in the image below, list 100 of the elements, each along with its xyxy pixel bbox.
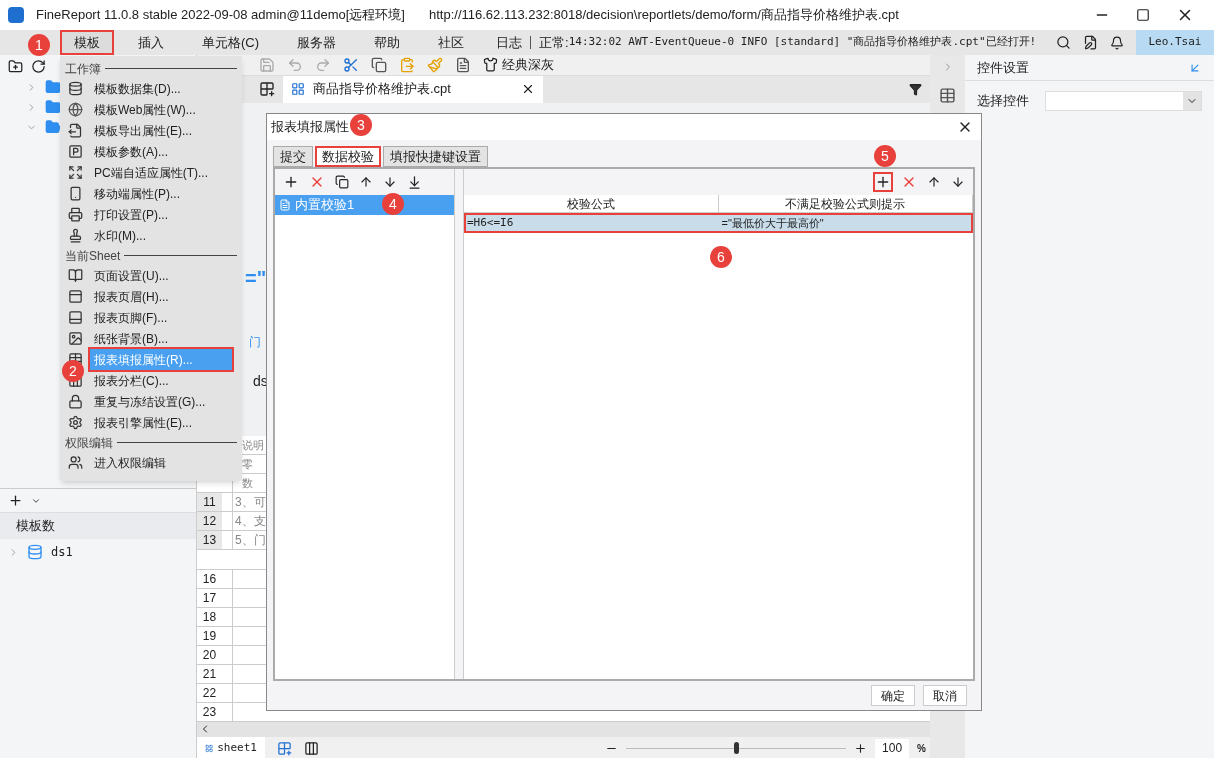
parameter-icon — [68, 144, 83, 159]
move-down-icon[interactable] — [383, 175, 397, 189]
move-up-icon[interactable] — [927, 175, 941, 189]
copy-icon[interactable] — [335, 175, 349, 189]
zoom-field[interactable]: 100 — [875, 738, 910, 758]
note-icon[interactable] — [1083, 35, 1098, 50]
add-sheet-icon[interactable] — [277, 740, 292, 756]
table-cell-text: ="最低价大于最高价" — [720, 215, 825, 231]
file-tab[interactable]: 商品指导价格维护表.cpt — [283, 75, 543, 103]
menu-item[interactable]: 模板数据集(D)... — [90, 78, 232, 99]
add-form-icon[interactable] — [304, 740, 319, 756]
menu-item[interactable]: 报表页脚(F)... — [90, 307, 232, 328]
person-icon — [68, 455, 83, 470]
sheet-icon — [205, 742, 214, 754]
globe-icon — [68, 102, 83, 117]
panel-tab[interactable]: 模板数 — [0, 513, 196, 539]
zoom-slider[interactable] — [626, 742, 847, 754]
footer-icon — [68, 310, 83, 325]
dialog-tab[interactable]: 填报快捷键设置 — [383, 146, 488, 167]
menu-item[interactable]: PC端自适应属性(T)... — [90, 162, 232, 183]
app-logo-icon — [8, 7, 24, 23]
phone-icon — [68, 186, 83, 201]
user-name[interactable]: Leo.Tsai — [1136, 30, 1214, 55]
gear-icon — [68, 415, 83, 430]
cell-text: 说明 — [241, 437, 264, 453]
dataset-name[interactable]: ds1 — [51, 543, 73, 561]
menu-item[interactable]: 报表分栏(C)... — [90, 370, 232, 391]
move-up-icon[interactable] — [359, 175, 373, 189]
dialog-button[interactable]: 取消 — [923, 685, 967, 706]
menu-item[interactable]: 模板导出属性(E)... — [90, 120, 232, 141]
zoom-in-icon[interactable] — [854, 741, 868, 755]
menu-section-title: 权限编辑 — [65, 434, 113, 452]
slider-thumb[interactable] — [734, 742, 740, 754]
cell-text: 5、门 — [234, 531, 266, 549]
column-header: 不满足校验公式则提示 — [718, 195, 973, 212]
search-icon[interactable] — [1056, 35, 1071, 50]
cell-text: 3、可 — [234, 493, 266, 511]
widget-icon[interactable] — [939, 87, 956, 104]
folder-icon[interactable] — [45, 99, 61, 115]
menu-item[interactable]: 移动端属性(P)... — [90, 183, 232, 204]
add-icon[interactable] — [875, 174, 891, 190]
maximize-icon[interactable] — [1136, 8, 1150, 22]
close-icon[interactable] — [521, 82, 535, 96]
menu-item[interactable]: 水印(M)... — [90, 225, 232, 246]
log-menu-item[interactable]: 日志 — [488, 36, 532, 49]
menu-item[interactable]: 服务器 — [283, 30, 351, 55]
cell-text: 门 — [248, 333, 261, 351]
row-number: 22 — [201, 684, 218, 702]
menu-item[interactable]: 报表页眉(H)... — [90, 286, 232, 307]
sheet-icon — [291, 82, 305, 96]
dialog-title: 报表填报属性 — [271, 118, 349, 137]
text-search-icon[interactable] — [455, 56, 471, 73]
table-cell-text: =H6<=I6 — [466, 214, 515, 231]
add-icon[interactable] — [8, 493, 23, 508]
menu-item[interactable]: 纸张背景(B)... — [90, 328, 232, 349]
menu-item[interactable]: 单元格(C) — [188, 30, 274, 55]
menu-item[interactable]: 模板Web属性(W)... — [90, 99, 232, 120]
refresh-icon[interactable] — [31, 58, 46, 74]
dialog-tab[interactable]: 数据校验 — [315, 146, 381, 167]
cut-icon[interactable] — [343, 56, 359, 73]
new-folder-icon[interactable] — [8, 58, 23, 74]
dialog-tab[interactable]: 提交 — [273, 146, 313, 167]
menu-item[interactable]: 页面设置(U)... — [90, 265, 232, 286]
menu-item[interactable]: 报表引擎属性(E)... — [90, 412, 232, 433]
field-label: 选择控件 — [977, 92, 1029, 111]
row-number: 18 — [201, 608, 218, 626]
menu-item[interactable]: 进入权限编辑 — [90, 452, 232, 473]
row-number: 19 — [201, 627, 218, 645]
add-icon[interactable] — [283, 174, 299, 190]
header-icon — [68, 289, 83, 304]
cell-text: =" — [245, 265, 267, 291]
menu-item[interactable]: 帮助 — [360, 30, 415, 55]
table-row[interactable]: =H6<=I6 ="最低价大于最高价" — [464, 213, 973, 233]
menu-item[interactable]: 模板 — [60, 30, 114, 55]
row-number: 23 — [201, 703, 218, 721]
url-text: http://116.62.113.232:8018/decision\reportlets/demo/form/商品指导价格维护表.cpt — [428, 6, 899, 25]
status-message: 14:32:02 AWT-EventQueue-0 INFO [standard] "商品指导价格维护表.cpt"已经打开! — [568, 34, 1037, 51]
page-icon — [68, 268, 83, 283]
folder-icon[interactable] — [45, 79, 61, 95]
menu-item[interactable]: 社区 — [424, 30, 479, 55]
dropdown-icon[interactable] — [909, 82, 922, 96]
row-number: 17 — [201, 589, 218, 607]
row-number: 16 — [201, 570, 218, 588]
new-sheet-icon[interactable] — [259, 81, 275, 97]
menu-item[interactable]: 模板参数(A)... — [90, 141, 232, 162]
cell-text: 数 — [241, 475, 253, 491]
folder-icon[interactable] — [45, 119, 61, 135]
stamp-icon — [68, 228, 83, 243]
move-down-icon[interactable] — [951, 175, 965, 189]
menu-item[interactable]: 重复与冻结设置(G)... — [90, 391, 232, 412]
sheet-tab[interactable]: sheet1 — [197, 736, 265, 758]
copy-icon[interactable] — [371, 56, 387, 73]
menu-item[interactable]: 打印设置(P)... — [90, 204, 232, 225]
move-bottom-icon[interactable] — [407, 174, 422, 190]
bell-icon[interactable] — [1110, 35, 1124, 50]
menu-item[interactable]: 插入 — [124, 30, 178, 55]
theme-button[interactable]: 经典深灰 — [483, 55, 554, 75]
shirt-icon — [483, 57, 498, 73]
document-icon — [279, 199, 291, 211]
dialog-button[interactable]: 确定 — [871, 685, 915, 706]
